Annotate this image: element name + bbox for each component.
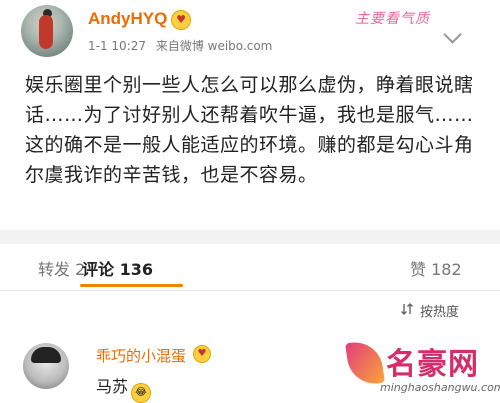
watermark-text: 主要看气质: [355, 11, 430, 27]
post-source: 来自微博 weibo.com: [155, 39, 273, 53]
logo-name: 名豪网: [386, 347, 479, 382]
post-time: 1-1 10:27: [88, 39, 146, 53]
avatar-hair: [31, 347, 61, 363]
tab-repost[interactable]: 转发 2: [38, 256, 85, 280]
post-header: AndyHYQ ♥ 1-1 10:27 来自微博 weibo.com 主要看气质: [0, 0, 500, 62]
post-tabs: 转发 2 评论 136 赞 182: [0, 244, 500, 290]
active-tab-indicator: [80, 284, 183, 287]
sort-icon[interactable]: [400, 302, 414, 316]
user-avatar[interactable]: [21, 5, 73, 57]
logo-url: minghaoshangwu.com: [380, 381, 500, 394]
tab-like[interactable]: 赞 182: [410, 256, 462, 280]
logo-leaf-icon: [345, 338, 385, 388]
sort-by-hotness[interactable]: 按热度: [420, 301, 459, 320]
comment-text: 马苏 😂: [96, 373, 152, 403]
comment-text-content: 马苏: [96, 377, 129, 396]
laughing-tears-emoji-icon: 😂: [131, 383, 152, 403]
post-meta: 1-1 10:27 来自微博 weibo.com: [88, 37, 278, 54]
post-body: 娱乐圈里个别一些人怎么可以那么虚伪，睁着眼说瞎话……为了讨好别人还帮着吹牛逼，我…: [25, 74, 474, 186]
section-divider: [0, 230, 500, 244]
tab-comment[interactable]: 评论 136: [82, 256, 153, 280]
chevron-down-icon[interactable]: [443, 25, 462, 44]
commenter-username[interactable]: 乖巧的小混蛋: [96, 345, 186, 366]
heart-eyes-emoji-icon: ♥: [171, 10, 191, 30]
avatar-figure-body: [39, 15, 53, 49]
heart-eyes-emoji-icon: ♥: [193, 345, 211, 363]
sort-row: 按热度: [0, 291, 500, 331]
commenter-avatar[interactable]: [23, 343, 69, 389]
post-username[interactable]: AndyHYQ: [88, 9, 167, 29]
site-watermark-logo: 名豪网 minghaoshangwu.com: [340, 335, 500, 401]
